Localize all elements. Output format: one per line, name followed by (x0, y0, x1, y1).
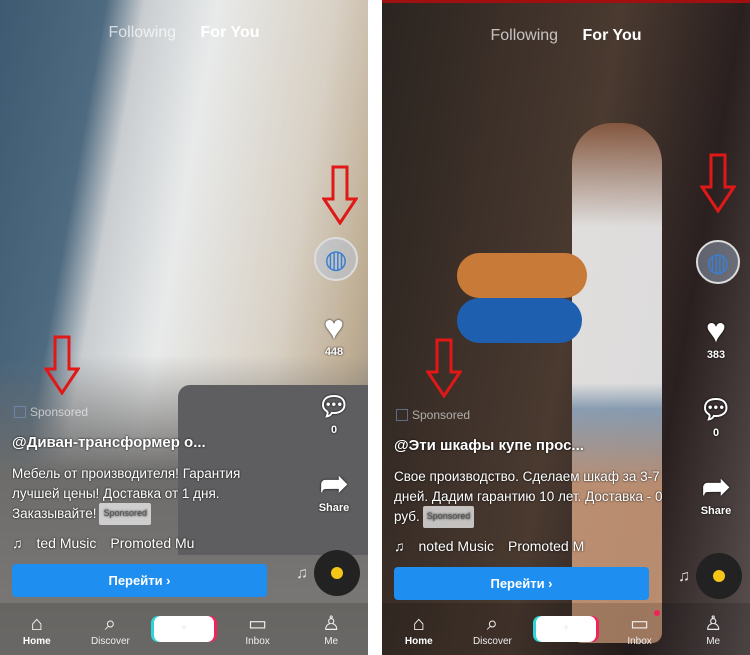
nav-inbox[interactable]: ▭ Inbox (228, 612, 288, 647)
red-arrow-annotation-2 (426, 338, 462, 398)
tab-following[interactable]: Following (490, 27, 558, 44)
like-button[interactable]: ♥ 448 (308, 310, 360, 358)
nav-label: Inbox (245, 635, 270, 647)
music-marquee[interactable]: ♫ noted Music Promoted M (394, 538, 598, 554)
nav-label: Me (324, 635, 339, 647)
tab-for-you[interactable]: For You (201, 24, 260, 41)
orange-pillow (457, 253, 587, 298)
comment-icon: 💬︎ (699, 394, 733, 424)
home-icon: ⌂ (30, 612, 43, 635)
bottom-nav: ⌂ Home ⌕ Discover + ▭ Inbox ♙ Me (382, 603, 750, 655)
comment-button[interactable]: 💬︎ 0 (690, 391, 742, 439)
share-icon: ➦ (319, 465, 349, 503)
comment-count: 0 (330, 424, 338, 436)
feed-tabs: Following For You (382, 27, 750, 45)
bottom-nav: ⌂ Home ⌕ Discover + ▭ Inbox ♙ Me (0, 603, 368, 655)
red-arrow-annotation-1 (322, 165, 358, 225)
red-arrow-annotation-2 (44, 335, 80, 395)
nav-me[interactable]: ♙ Me (301, 612, 361, 647)
cta-button[interactable]: Перейти › (394, 567, 649, 600)
search-icon: ⌕ (486, 612, 498, 635)
globe-icon[interactable]: ◍ (696, 240, 740, 284)
nav-discover[interactable]: ⌕ Discover (462, 612, 522, 647)
music-disc[interactable] (314, 550, 360, 596)
like-count: 383 (706, 349, 726, 361)
sponsored-badge: Sponsored (99, 503, 152, 525)
plus-icon: + (535, 616, 596, 642)
inbox-icon: ▭ (630, 612, 650, 635)
red-arrow-annotation-1 (700, 153, 736, 213)
heart-icon: ♥ (323, 309, 345, 347)
heart-icon: ♥ (705, 312, 727, 350)
tiktok-screen-2: Following For You ◍ ♥ 383 💬︎ 0 ➦ Share ♫ Sp… (382, 0, 750, 655)
sponsored-text: Sponsored (30, 405, 89, 419)
comment-count: 0 (712, 427, 720, 439)
nav-inbox[interactable]: ▭ Inbox (610, 609, 670, 647)
nav-create[interactable]: + (153, 616, 214, 642)
music-text: Promoted M (507, 538, 585, 554)
inbox-icon: ▭ (248, 612, 268, 635)
share-button[interactable]: ➦ Share (690, 469, 742, 517)
music-marquee[interactable]: ♫ ted Music Promoted Mu (12, 535, 208, 551)
model-photo (572, 123, 662, 643)
blue-pillow (457, 298, 582, 343)
sponsored-label: Sponsored (396, 408, 470, 422)
profile-icon: ♙ (322, 612, 341, 635)
sponsored-label: Sponsored (14, 405, 88, 419)
share-button[interactable]: ➦ Share (308, 466, 360, 514)
nav-label: Home (404, 635, 433, 647)
music-text: ted Music (36, 535, 97, 551)
feed-tabs: Following For You (0, 24, 368, 42)
like-button[interactable]: ♥ 383 (690, 313, 742, 361)
nav-create[interactable]: + (535, 616, 596, 642)
music-text: Promoted Mu (110, 535, 195, 551)
share-label: Share (318, 502, 350, 514)
music-note-icon: ♫ (12, 535, 23, 551)
account-handle[interactable]: @Эти шкафы купе прос... (394, 437, 584, 454)
sponsored-icon (14, 406, 26, 418)
nav-home[interactable]: ⌂ Home (389, 612, 449, 647)
nav-home[interactable]: ⌂ Home (7, 612, 67, 647)
nav-label: Discover (90, 635, 130, 647)
ad-description: Свое производство. Сделаем шкаф за 3-7 д… (394, 467, 664, 528)
comment-button[interactable]: 💬︎ 0 (308, 388, 360, 436)
music-note-icon: ♫ (678, 568, 690, 585)
plus-icon: + (153, 616, 214, 642)
profile-icon: ♙ (704, 612, 723, 635)
ad-description: Мебель от производителя! Гарантия лучшей… (12, 464, 282, 525)
nav-label: Home (22, 635, 51, 647)
sponsored-text: Sponsored (412, 408, 471, 422)
account-handle[interactable]: @Диван-трансформер о... (12, 434, 206, 451)
notification-dot (653, 609, 660, 616)
sponsored-icon (396, 409, 408, 421)
globe-icon[interactable]: ◍ (314, 237, 358, 281)
like-count: 448 (324, 346, 344, 358)
nav-label: Inbox (627, 635, 652, 647)
search-icon: ⌕ (104, 612, 116, 635)
tab-following[interactable]: Following (108, 24, 176, 41)
home-icon: ⌂ (412, 612, 425, 635)
sponsored-badge: Sponsored (422, 506, 475, 528)
tab-for-you[interactable]: For You (583, 27, 642, 44)
music-disc[interactable] (696, 553, 742, 599)
share-icon: ➦ (701, 468, 731, 506)
music-text: noted Music (418, 538, 494, 554)
nav-label: Discover (472, 635, 512, 647)
cta-button[interactable]: Перейти › (12, 564, 267, 597)
disc-center (713, 570, 725, 582)
comment-icon: 💬︎ (317, 391, 351, 421)
nav-label: Me (706, 635, 721, 647)
share-label: Share (700, 505, 732, 517)
tiktok-screen-1: Following For You ◍ ♥ 448 💬︎ 0 ➦ Share ♫ Sp… (0, 0, 368, 655)
disc-center (331, 567, 343, 579)
music-note-icon: ♫ (296, 565, 308, 582)
nav-discover[interactable]: ⌕ Discover (80, 612, 140, 647)
nav-me[interactable]: ♙ Me (683, 612, 743, 647)
music-note-icon: ♫ (394, 538, 405, 554)
